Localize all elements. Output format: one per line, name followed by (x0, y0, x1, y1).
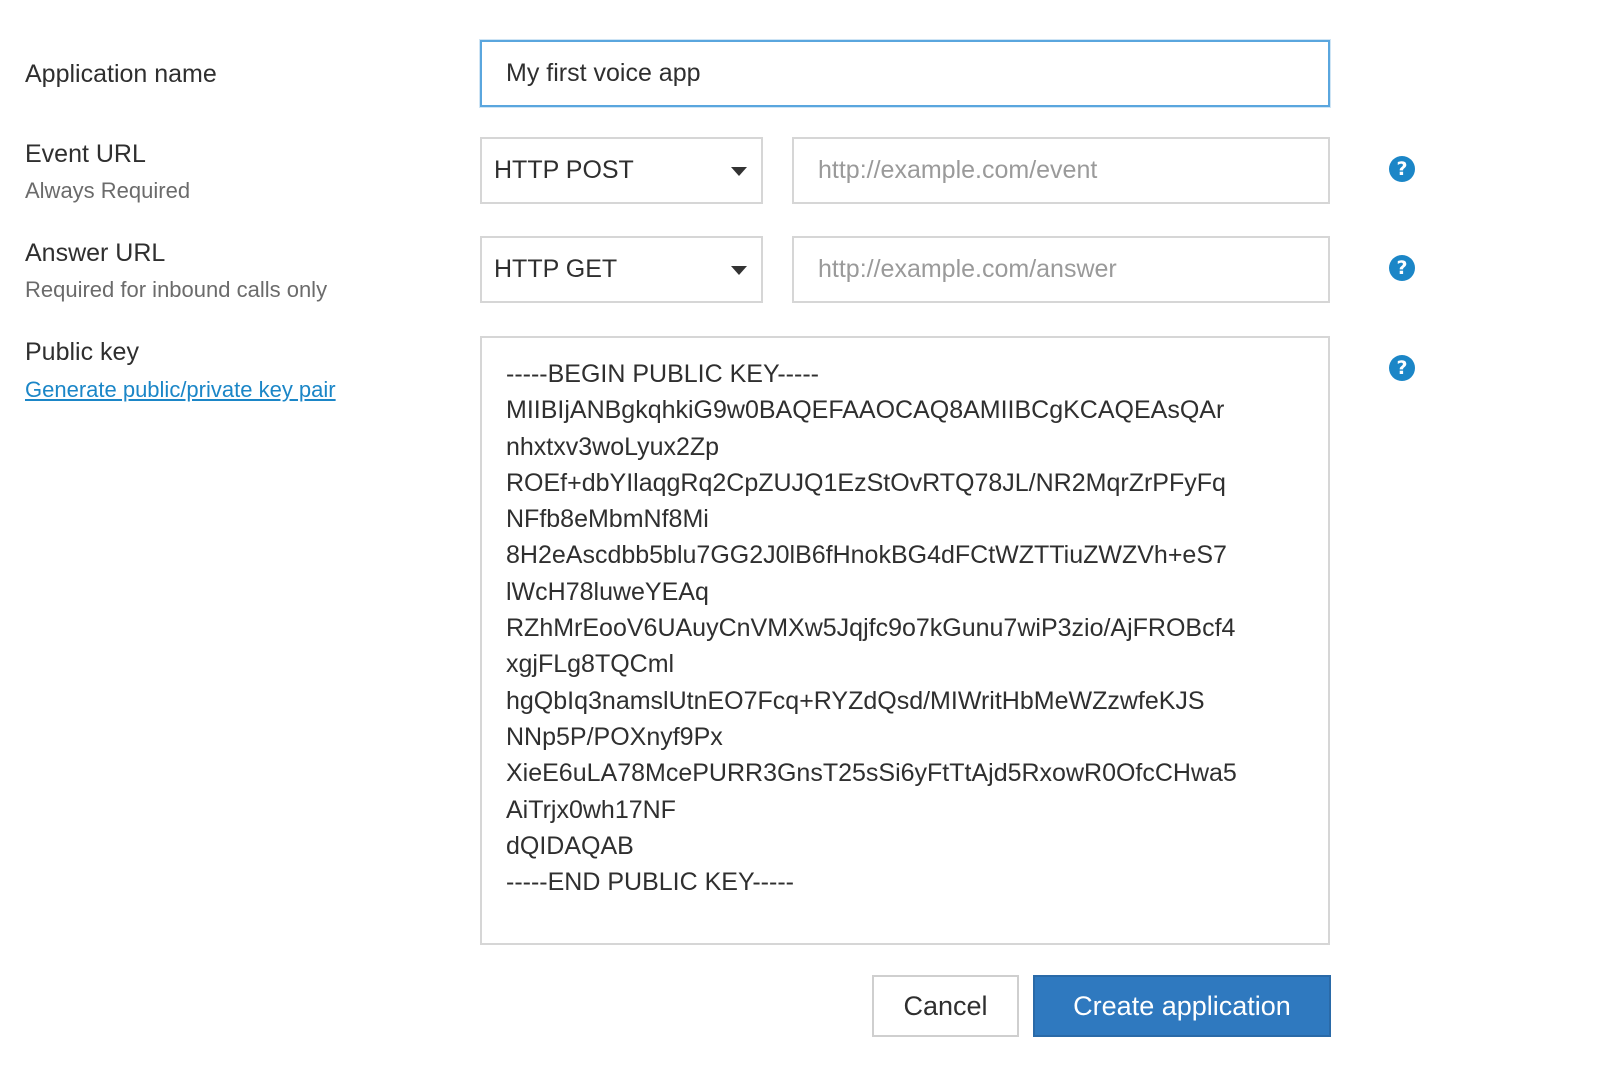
generate-key-pair-link[interactable]: Generate public/private key pair (25, 377, 336, 403)
answer-method-value: HTTP GET (494, 255, 618, 283)
event-method-value: HTTP POST (494, 156, 634, 184)
event-method-select[interactable]: HTTP POST (480, 137, 763, 204)
cancel-button[interactable]: Cancel (872, 975, 1019, 1037)
answer-url-help-icon[interactable]: ? (1389, 255, 1415, 281)
public-key-textarea[interactable] (480, 336, 1330, 945)
public-key-help-icon[interactable]: ? (1389, 355, 1415, 381)
app-name-input[interactable] (480, 40, 1330, 107)
public-key-label: Public key (25, 338, 139, 366)
create-application-button[interactable]: Create application (1033, 975, 1331, 1037)
answer-url-sublabel: Required for inbound calls only (25, 277, 328, 302)
event-url-input[interactable] (792, 137, 1330, 204)
answer-url-label: Answer URL (25, 239, 166, 267)
app-name-label: Application name (25, 60, 217, 88)
chevron-down-icon (731, 265, 747, 275)
event-url-sublabel: Always Required (25, 178, 191, 203)
chevron-down-icon (731, 166, 747, 176)
event-url-help-icon[interactable]: ? (1389, 156, 1415, 182)
answer-method-select[interactable]: HTTP GET (480, 236, 763, 303)
answer-url-input[interactable] (792, 236, 1330, 303)
event-url-label: Event URL (25, 140, 146, 168)
